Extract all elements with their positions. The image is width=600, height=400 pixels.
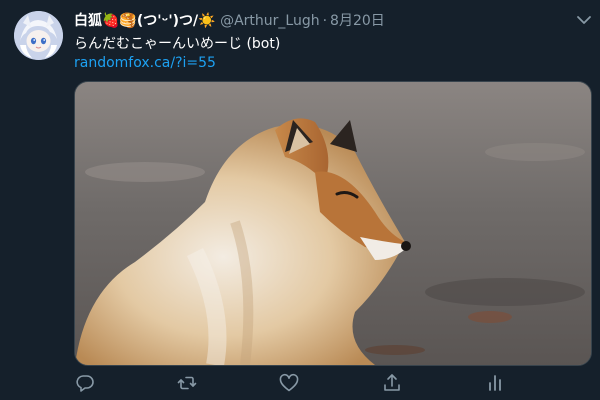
more-options-button[interactable] <box>575 13 593 27</box>
tweet-media-photo[interactable] <box>74 81 592 366</box>
heart-icon <box>279 373 299 392</box>
display-name[interactable]: 白狐🍓🥞(つ'ᵕ')つ/☀️ <box>74 13 216 29</box>
like-button[interactable] <box>278 372 300 394</box>
chevron-down-icon <box>577 16 591 24</box>
reply-button[interactable] <box>74 372 96 394</box>
fox-photo <box>75 82 591 365</box>
separator-dot: · <box>322 13 328 29</box>
reply-icon <box>76 375 94 392</box>
tweet-card[interactable]: 白狐🍓🥞(つ'ᵕ')つ/☀️ @Arthur_Lugh · 8月20日 らんだむこゃ… <box>0 0 600 400</box>
retweet-button[interactable] <box>176 372 198 394</box>
tweet-actions-bar <box>74 372 590 394</box>
avatar-image <box>14 11 63 60</box>
retweet-icon <box>177 376 197 390</box>
analytics-icon <box>489 375 501 391</box>
avatar[interactable] <box>14 11 63 60</box>
tweet-header: 白狐🍓🥞(つ'ᵕ')つ/☀️ @Arthur_Lugh · 8月20日 <box>74 11 385 31</box>
tweet-date[interactable]: 8月20日 <box>330 13 385 29</box>
analytics-button[interactable] <box>484 372 506 394</box>
tweet-text: らんだむこゃーんいめーじ (bot) <box>74 36 281 52</box>
tweet-link[interactable]: randomfox.ca/?i=55 <box>74 53 216 73</box>
share-icon <box>384 374 400 391</box>
share-button[interactable] <box>381 372 403 394</box>
user-handle[interactable]: @Arthur_Lugh <box>220 13 320 29</box>
